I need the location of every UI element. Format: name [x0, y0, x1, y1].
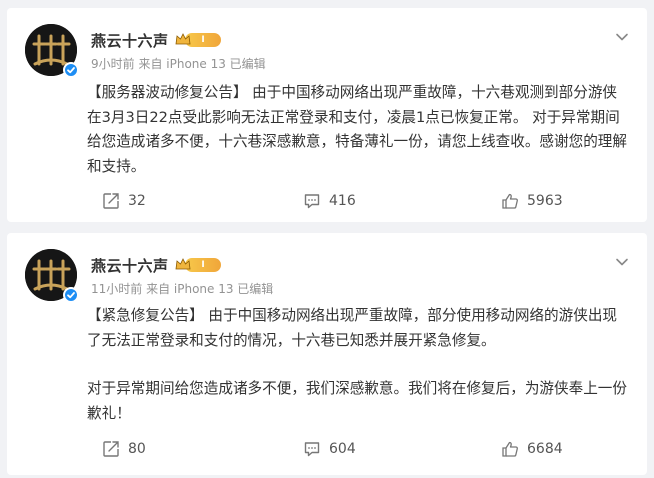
like-count: 6684	[527, 441, 563, 457]
comment-icon	[304, 442, 320, 457]
repost-count: 80	[128, 441, 146, 457]
author-name[interactable]: 燕云十六声	[91, 255, 169, 276]
comment-count: 416	[329, 193, 356, 209]
verified-icon	[63, 62, 79, 78]
crown-icon	[175, 33, 191, 45]
repost-button[interactable]: 80	[102, 440, 146, 458]
comment-icon	[304, 194, 320, 209]
post-meta: 9小时前 来自 iPhone 13 已编辑	[91, 57, 266, 71]
like-button[interactable]: 6684	[501, 440, 563, 458]
comment-button[interactable]: 604	[303, 440, 356, 458]
like-icon	[502, 193, 518, 209]
repost-icon	[103, 441, 119, 457]
post-paragraph: 【服务器波动修复公告】 由于中国移动网络出现严重故障，十六巷观测到部分游侠在3月…	[87, 84, 627, 175]
verified-icon	[63, 287, 79, 303]
author-name[interactable]: 燕云十六声	[91, 30, 169, 51]
repost-button[interactable]: 32	[102, 192, 146, 210]
repost-icon	[103, 193, 119, 209]
post-text: 【服务器波动修复公告】 由于中国移动网络出现严重故障，十六巷观测到部分游侠在3月…	[87, 81, 627, 179]
crown-icon	[175, 258, 191, 270]
like-count: 5963	[527, 193, 563, 209]
like-icon	[502, 441, 518, 457]
weibo-post-card: 燕云十六声 I 11小时前 来自 iPhone 13 已编辑 【紧急修复公告】 …	[7, 233, 647, 475]
repost-count: 32	[128, 193, 146, 209]
weibo-post-card: 燕云十六声 I 9小时前 来自 iPhone 13 已编辑 【服务器波动修复公告…	[7, 8, 647, 222]
post-actions: 32 416 5963	[7, 192, 647, 216]
chevron-down-icon[interactable]	[615, 30, 629, 44]
post-text: 【紧急修复公告】 由于中国移动网络出现严重故障，部分使用移动网络的游侠出现了无法…	[87, 304, 627, 426]
chevron-down-icon[interactable]	[615, 255, 629, 269]
comment-count: 604	[329, 441, 356, 457]
post-paragraph: 对于异常期间给您造成诸多不便，我们深感歉意。我们将在修复后，为游侠奉上一份歉礼！	[87, 380, 627, 422]
post-actions: 80 604 6684	[7, 440, 647, 464]
comment-button[interactable]: 416	[303, 192, 356, 210]
like-button[interactable]: 5963	[501, 192, 563, 210]
post-meta: 11小时前 来自 iPhone 13 已编辑	[91, 282, 274, 296]
post-paragraph: 【紧急修复公告】 由于中国移动网络出现严重故障，部分使用移动网络的游侠出现了无法…	[87, 307, 618, 349]
